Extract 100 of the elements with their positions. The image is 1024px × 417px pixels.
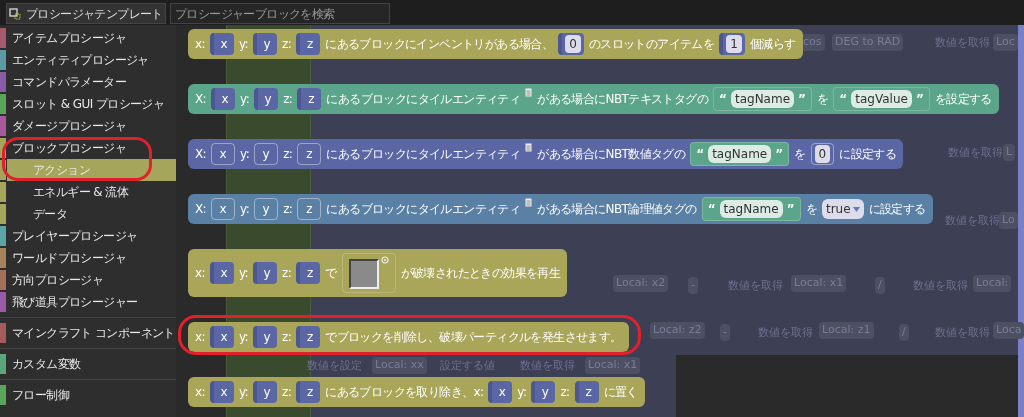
- text-input[interactable]: “ tagName ”: [701, 197, 801, 221]
- document-icon[interactable]: [525, 198, 533, 207]
- block-label: y:: [238, 36, 249, 53]
- block-label: を: [805, 201, 817, 218]
- variable-input[interactable]: z: [296, 381, 321, 403]
- variable-input[interactable]: y: [253, 33, 278, 55]
- category-item[interactable]: 飛び道具プロシージャー: [7, 291, 176, 313]
- block-label: z:: [283, 201, 293, 218]
- empty-input-slot[interactable]: x: [211, 198, 236, 220]
- empty-input-slot[interactable]: z: [297, 198, 322, 220]
- number-input[interactable]: 0: [558, 33, 584, 55]
- empty-input-slot[interactable]: y: [254, 143, 279, 165]
- block-label: がある場合にNBT数値タグの: [537, 146, 686, 163]
- block-label: x:: [195, 265, 205, 282]
- block-label: y:: [238, 329, 249, 346]
- category-item[interactable]: 方向プロシージャ: [7, 269, 176, 291]
- value-dropdown[interactable]: true: [821, 199, 864, 219]
- text-input[interactable]: “ tagName ”: [690, 142, 790, 166]
- code-block[interactable]: X: x y: y z: z にあるブロックにタイルエンティティ がある場合にNBTテキストタグの “ tagName ” を “ tagValue ” を設定する: [188, 84, 999, 114]
- block-label: にあるブロックにタイルエンティティ: [326, 201, 521, 218]
- faded-value-chip: /: [875, 277, 885, 294]
- category-item[interactable]: マインクラフト コンポーネント: [7, 322, 176, 344]
- faded-value-chip: -: [688, 277, 698, 294]
- variable-input[interactable]: x: [211, 88, 236, 110]
- variable-input[interactable]: x: [209, 262, 234, 284]
- variable-input[interactable]: y: [531, 381, 556, 403]
- block-label: y:: [517, 384, 527, 401]
- variable-input[interactable]: z: [296, 262, 321, 284]
- faded-value-chip: /: [899, 324, 909, 341]
- code-block[interactable]: x: x y: y z: z にあるブロックにインベントリがある場合、 0 のスロットのアイテムを 1 個減らす: [188, 29, 803, 59]
- category-item[interactable]: エンティティプロシージャ: [7, 49, 176, 71]
- block-label: z:: [283, 91, 293, 108]
- category-item[interactable]: スロット & GUI プロシージャ: [7, 93, 176, 115]
- block-label: x:: [195, 36, 205, 53]
- block-label: 個減らす: [749, 36, 796, 53]
- search-field[interactable]: プロシージャーブロックを検索: [170, 3, 390, 24]
- text-input[interactable]: “ tagValue ”: [833, 87, 930, 111]
- block-label: で: [325, 265, 337, 282]
- code-block[interactable]: x: x y: y z: z にあるブロックを取り除き、x: x y: y z: z に置く: [188, 377, 645, 407]
- caret-icon: [852, 206, 860, 212]
- variable-input[interactable]: x: [488, 381, 513, 403]
- category-item[interactable]: ダメージプロシージャ: [7, 115, 176, 137]
- document-icon[interactable]: [525, 143, 533, 152]
- document-icon[interactable]: [525, 88, 533, 97]
- code-block[interactable]: X: x y: y z: z にあるブロックにタイルエンティティ がある場合にNBT論理値タグの “ tagName ” を true に設定する: [188, 194, 933, 224]
- text-input[interactable]: “ tagName ”: [713, 87, 812, 111]
- variable-input[interactable]: y: [253, 326, 278, 348]
- block-label: に置く: [603, 384, 638, 401]
- category-item[interactable]: プレイヤープロシージャ: [7, 225, 176, 247]
- block-label: にあるブロックを取り除き、x:: [325, 384, 484, 401]
- block-label: がある場合にNBTテキストタグの: [537, 91, 709, 108]
- category-item[interactable]: コマンドパラメーター: [7, 71, 176, 93]
- variable-input[interactable]: z: [574, 381, 599, 403]
- block-label: z:: [282, 329, 292, 346]
- variable-input[interactable]: x: [209, 326, 234, 348]
- block-picker[interactable]: [348, 259, 379, 289]
- category-item[interactable]: エネルギー & 流体: [7, 181, 176, 203]
- variable-input[interactable]: y: [253, 262, 278, 284]
- block-label: z:: [282, 265, 292, 282]
- block-label: y:: [240, 201, 250, 218]
- number-input[interactable]: 0: [810, 143, 835, 165]
- block-label: のスロットのアイテムを: [588, 36, 715, 53]
- block-label: にあるブロックにタイルエンティティ: [326, 146, 521, 163]
- code-block[interactable]: x: x y: y z: z でブロックを削除し、破壊パーティクルを発生させます。: [188, 322, 629, 352]
- empty-input-slot[interactable]: x: [211, 143, 236, 165]
- block-label: x:: [195, 384, 205, 401]
- category-item[interactable]: アイテムプロシージャ: [7, 27, 176, 49]
- block-label: に設定する: [868, 201, 926, 218]
- empty-input-slot[interactable]: z: [297, 143, 322, 165]
- block-label: X:: [195, 91, 207, 108]
- block-label: を設定する: [934, 91, 992, 108]
- variable-input[interactable]: z: [297, 88, 322, 110]
- block-label: X:: [195, 146, 207, 163]
- variable-input[interactable]: y: [253, 381, 278, 403]
- category-item[interactable]: ワールドプロシージャ: [7, 247, 176, 269]
- variable-input[interactable]: y: [254, 88, 279, 110]
- block-label: y:: [238, 384, 249, 401]
- block-label: が破壊されたときの効果を再生: [400, 265, 561, 282]
- category-item[interactable]: データ: [7, 203, 176, 225]
- category-item[interactable]: フロー制御: [7, 384, 176, 406]
- category-item[interactable]: カスタム変数: [7, 353, 176, 375]
- number-input[interactable]: 1: [719, 33, 745, 55]
- workspace[interactable]: [176, 25, 1024, 417]
- template-tab[interactable]: プロシージャテンプレート: [6, 3, 166, 24]
- variable-input[interactable]: x: [209, 33, 234, 55]
- block-label: がある場合にNBT論理値タグの: [537, 201, 697, 218]
- code-block[interactable]: X: x y: y z: z にあるブロックにタイルエンティティ がある場合にNBT数値タグの “ tagName ” を 0 に設定する: [188, 139, 904, 169]
- empty-input-slot[interactable]: y: [254, 198, 279, 220]
- block-label: X:: [195, 201, 207, 218]
- block-label: z:: [282, 36, 292, 53]
- code-block[interactable]: x: x y: y z: z で が破壊されたときの効果を再生: [188, 249, 568, 297]
- block-label: y:: [240, 146, 250, 163]
- variable-input[interactable]: x: [209, 381, 234, 403]
- variable-input[interactable]: z: [296, 33, 321, 55]
- block-label: を: [816, 91, 829, 108]
- block-label: に設定する: [839, 146, 897, 163]
- block-label: z:: [283, 146, 293, 163]
- category-item[interactable]: ブロックプロシージャ: [7, 137, 176, 159]
- block-label: でブロックを削除し、破壊パーティクルを発生させます。: [325, 329, 622, 346]
- variable-input[interactable]: z: [296, 326, 321, 348]
